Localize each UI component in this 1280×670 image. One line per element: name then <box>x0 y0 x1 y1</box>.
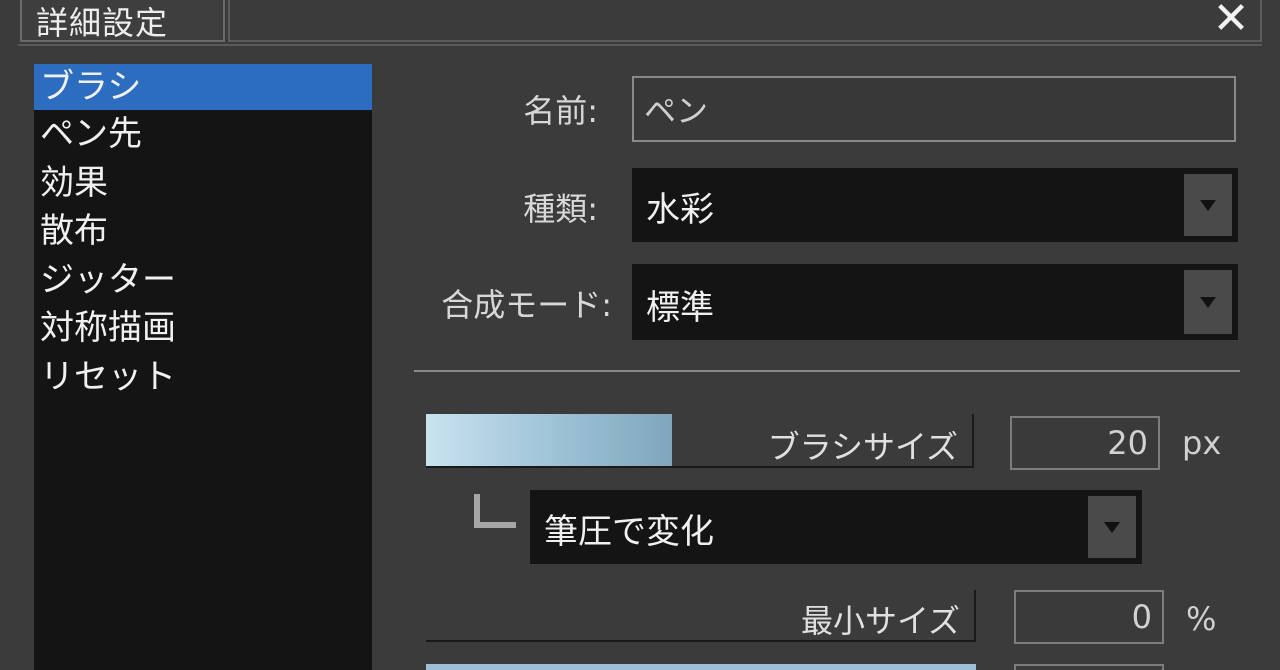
brush-size-value-field[interactable]: 20 <box>1010 416 1160 470</box>
type-select-value: 水彩 <box>646 190 714 230</box>
type-select[interactable]: 水彩 <box>632 168 1238 242</box>
sidebar-item-label: リセット <box>40 356 176 397</box>
type-label: 種類: <box>523 190 598 228</box>
min-size-value-field[interactable]: 0 <box>1014 590 1164 644</box>
blend-mode-select[interactable]: 標準 <box>632 264 1238 340</box>
sidebar-item-brush[interactable]: ブラシ <box>34 64 372 110</box>
chevron-down-icon[interactable] <box>1088 496 1136 558</box>
next-value-field-partial[interactable] <box>1014 664 1164 670</box>
sidebar-item-effect[interactable]: 効果 <box>34 159 372 208</box>
blend-mode-select-value: 標準 <box>646 288 714 328</box>
sidebar-item-reset[interactable]: リセット <box>34 353 372 402</box>
chevron-down-icon[interactable] <box>1184 270 1232 334</box>
sidebar-item-label: ペン先 <box>40 114 142 154</box>
sidebar-item-label: ジッター <box>40 259 176 300</box>
sidebar-item-label: 効果 <box>40 162 108 203</box>
brush-size-slider[interactable]: ブラシサイズ <box>426 414 974 468</box>
min-size-slider[interactable]: 最小サイズ <box>426 590 976 642</box>
sidebar-item-scatter[interactable]: 散布 <box>34 207 372 256</box>
chevron-down-icon[interactable] <box>1184 174 1232 236</box>
window-title: 詳細設定 <box>36 4 169 42</box>
pressure-select-value: 筆圧で変化 <box>544 512 714 552</box>
title-divider <box>18 44 1262 46</box>
sub-option-connector-icon <box>474 494 516 528</box>
section-divider <box>414 370 1240 372</box>
min-size-unit: % <box>1186 600 1217 638</box>
sidebar-item-jitter[interactable]: ジッター <box>34 256 372 305</box>
name-field[interactable] <box>632 76 1236 142</box>
title-bar: 詳細設定 ✕ <box>0 0 1280 46</box>
title-bar-area <box>228 0 1262 42</box>
sidebar-item-pen-tip[interactable]: ペン先 <box>34 110 372 159</box>
next-slider-partial[interactable] <box>426 664 976 670</box>
brush-size-unit: px <box>1182 424 1222 462</box>
brush-size-label: ブラシサイズ <box>767 428 958 466</box>
close-icon[interactable]: ✕ <box>1203 0 1259 46</box>
category-list: ブラシ ペン先 効果 散布 ジッター 対称描画 リセット <box>34 64 372 670</box>
blend-mode-label: 合成モード: <box>441 286 612 324</box>
name-label: 名前: <box>523 92 598 130</box>
sidebar-item-label: ブラシ <box>40 67 142 107</box>
sidebar-item-label: 散布 <box>40 211 108 251</box>
sidebar-item-label: 対称描画 <box>40 308 176 348</box>
min-size-label: 最小サイズ <box>800 602 960 640</box>
brush-size-slider-fill <box>426 414 672 466</box>
pressure-select[interactable]: 筆圧で変化 <box>530 490 1142 564</box>
title-tab: 詳細設定 <box>20 0 225 42</box>
sidebar-item-symmetry[interactable]: 対称描画 <box>34 304 372 353</box>
